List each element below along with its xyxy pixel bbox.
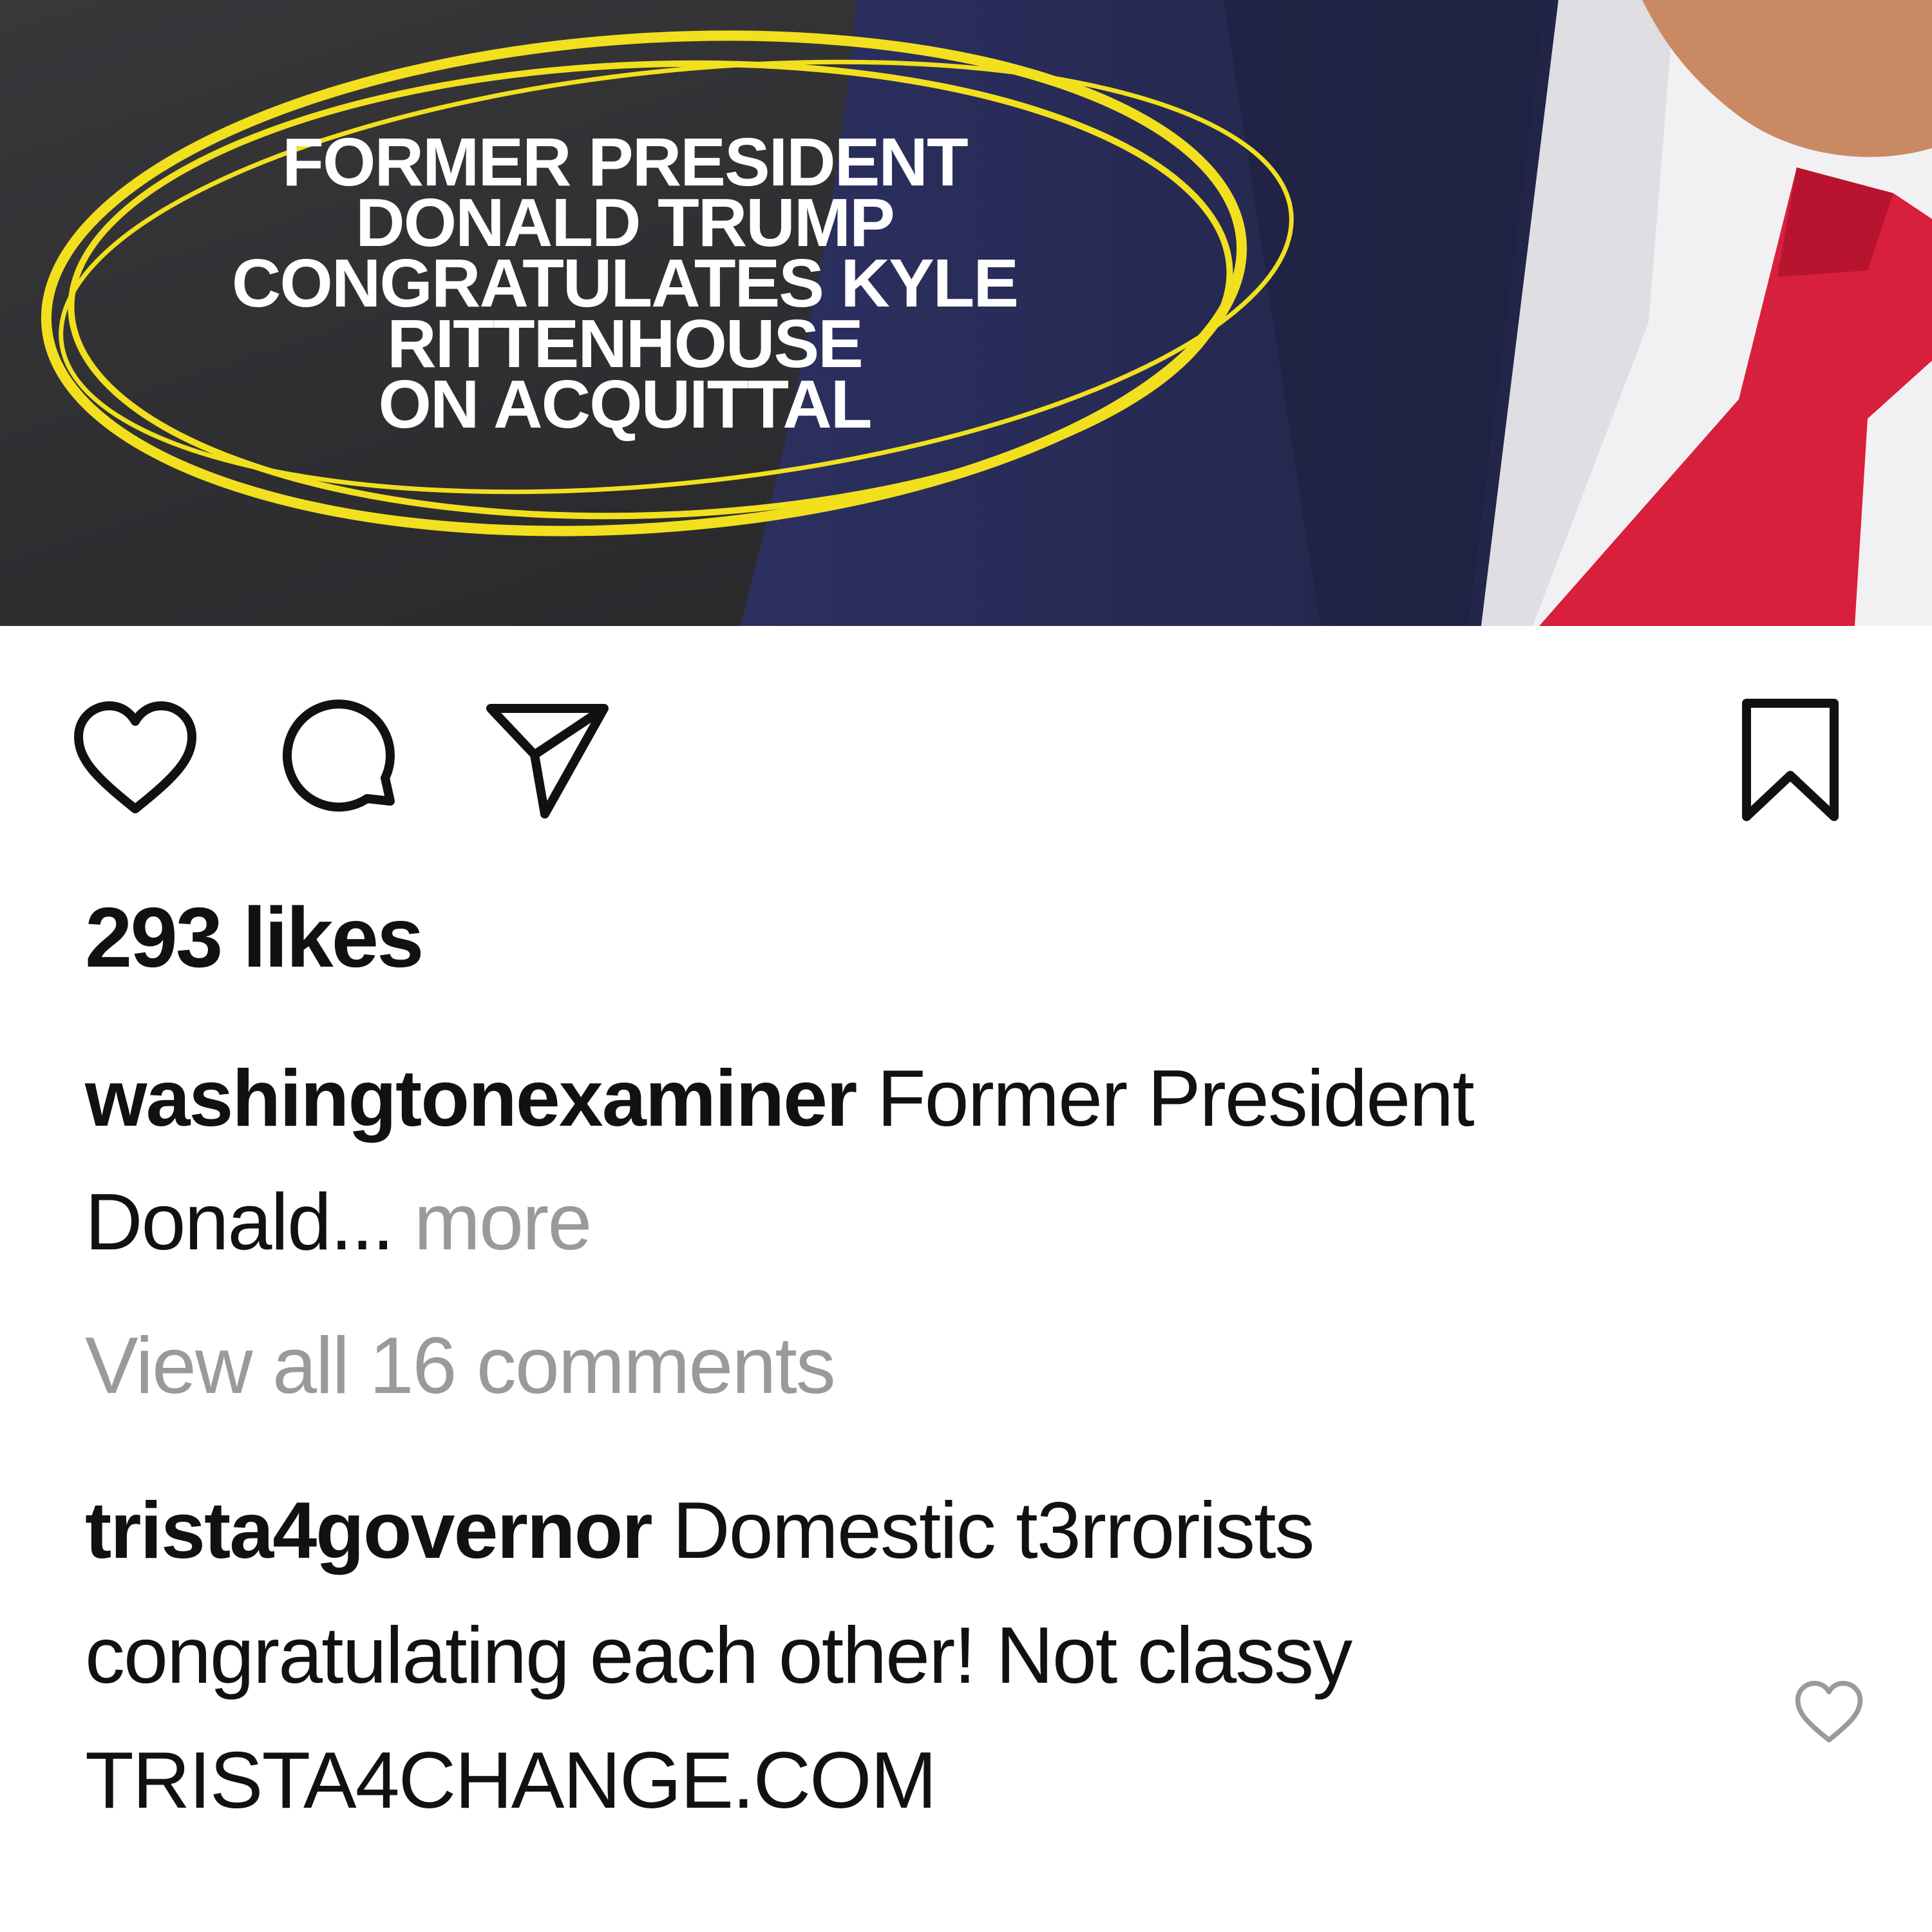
paper-plane-icon[interactable]: [483, 696, 612, 824]
post-image-caption: FORMER PRESIDENT DONALD TRUMP CONGRATULA…: [77, 124, 1172, 442]
heart-outline-icon[interactable]: [1790, 1678, 1868, 1748]
overlay-line: CONGRATULATES KYLE: [231, 245, 1019, 321]
post-action-bar: [0, 683, 1932, 821]
overlay-line: DONALD TRUMP: [355, 185, 895, 261]
caption-more-link[interactable]: more: [414, 1178, 592, 1267]
bookmark-icon[interactable]: [1726, 696, 1855, 824]
post-image[interactable]: FORMER PRESIDENT DONALD TRUMP CONGRATULA…: [0, 0, 1932, 626]
post-caption: washingtonexaminer Former President Dona…: [85, 1037, 1631, 1284]
view-all-comments-link[interactable]: View all 16 comments: [85, 1320, 836, 1412]
overlay-line: RITTENHOUSE: [387, 306, 864, 382]
overlay-line: FORMER PRESIDENT: [282, 124, 968, 200]
comment-item: trista4governor Domestic t3rrorists cong…: [85, 1468, 1695, 1843]
likes-count[interactable]: 293 likes: [85, 889, 424, 986]
heart-icon[interactable]: [71, 696, 200, 824]
caption-username[interactable]: washingtonexaminer: [85, 1054, 857, 1143]
comment-bubble-icon[interactable]: [277, 696, 406, 824]
comment-username[interactable]: trista4governor: [85, 1486, 653, 1575]
overlay-line: ON ACQUITTAL: [378, 366, 873, 442]
